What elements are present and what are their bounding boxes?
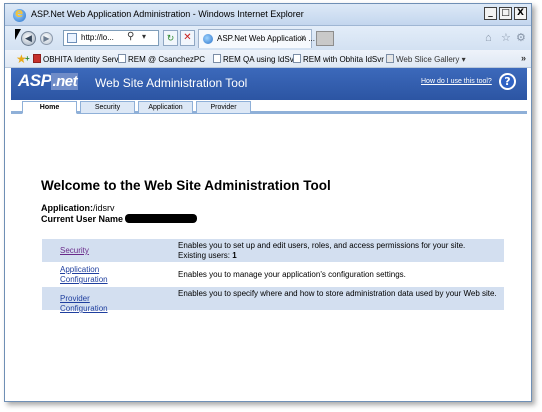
internet-explorer-icon bbox=[13, 6, 26, 22]
refresh-icon[interactable]: ↻ bbox=[163, 30, 178, 46]
help-link[interactable]: How do I use this tool? bbox=[421, 78, 492, 85]
application-configuration-link[interactable]: Application Configuration bbox=[60, 265, 130, 285]
web-slice-gallery-link[interactable]: Web Slice Gallery ▾ bbox=[386, 54, 466, 64]
favorite-link-rem-obhita-idsvr[interactable]: REM with Obhita IdSvr bbox=[293, 54, 384, 64]
address-dropdown-icon[interactable]: ▾ bbox=[142, 32, 146, 41]
current-user-label: Current User Name bbox=[41, 214, 124, 224]
table-row: Application Configuration Enables you to… bbox=[42, 263, 504, 287]
security-description: Enables you to set up and edit users, ro… bbox=[178, 241, 466, 250]
admin-options-table: Security Enables you to set up and edit … bbox=[42, 239, 504, 314]
forward-arrow-icon[interactable]: ▶ bbox=[40, 32, 53, 45]
row-description: Enables you to set up and edit users, ro… bbox=[178, 241, 498, 261]
help-icon[interactable]: ? bbox=[499, 73, 516, 90]
application-value: /idsrv bbox=[93, 203, 115, 213]
title-bar: ASP.Net Web Application Administration -… bbox=[5, 4, 531, 26]
current-user-info: Current User Name bbox=[41, 214, 198, 224]
logo-suffix: .net bbox=[51, 73, 79, 90]
existing-users-label: Existing users: bbox=[178, 251, 233, 260]
tab-home[interactable]: Home bbox=[22, 101, 77, 114]
favorite-link-obhita-identity-server[interactable]: OBHITA Identity Server bbox=[33, 54, 126, 64]
tab-security[interactable]: Security bbox=[80, 101, 135, 114]
banner-title: Web Site Administration Tool bbox=[95, 76, 248, 90]
address-input[interactable]: http://lo... ⚲ ▾ bbox=[63, 30, 159, 46]
logo-text: ASP bbox=[18, 71, 52, 90]
favorite-page-icon bbox=[293, 54, 301, 63]
search-icon[interactable]: ⚲ bbox=[127, 31, 134, 42]
application-info: Application:/idsrv bbox=[41, 203, 115, 213]
maximize-button[interactable]: □ bbox=[499, 7, 512, 20]
table-row: Provider Configuration Enables you to sp… bbox=[42, 287, 504, 314]
favorite-label: REM with Obhita IdSvr bbox=[303, 55, 384, 64]
favorite-link-rem-csanchezpc[interactable]: REM @ CsanchezPC bbox=[118, 54, 205, 64]
window-title: ASP.Net Web Application Administration -… bbox=[31, 9, 304, 19]
home-icon[interactable]: ⌂ bbox=[485, 32, 492, 44]
favorite-label: REM QA using IdSv bbox=[223, 55, 294, 64]
application-label: Application: bbox=[41, 203, 93, 213]
row-description: Enables you to manage your application's… bbox=[178, 270, 406, 279]
minimize-button[interactable]: _ bbox=[484, 7, 497, 20]
favorite-link-rem-qa[interactable]: REM QA using IdSv bbox=[213, 54, 294, 64]
aspnet-logo: ASP.net bbox=[18, 71, 79, 91]
provider-configuration-link[interactable]: Provider Configuration bbox=[60, 294, 130, 314]
favorite-label: OBHITA Identity Server bbox=[43, 55, 126, 64]
favorites-bar: ★ + OBHITA Identity Server REM @ Csanche… bbox=[5, 50, 531, 68]
page-icon bbox=[67, 33, 77, 43]
tab-favicon-icon bbox=[203, 34, 213, 44]
favorite-page-icon bbox=[213, 54, 221, 63]
page-content: ASP.net Web Site Administration Tool How… bbox=[11, 68, 527, 401]
tab-provider[interactable]: Provider bbox=[196, 101, 251, 114]
close-button[interactable]: X bbox=[514, 7, 527, 20]
screenshot-frame: ASP.Net Web Application Administration -… bbox=[0, 0, 542, 412]
row-description: Enables you to specify where and how to … bbox=[178, 289, 497, 298]
favorite-label: Web Slice Gallery ▾ bbox=[396, 55, 466, 64]
favorites-star-icon[interactable]: ☆ bbox=[501, 31, 511, 44]
stop-icon[interactable]: ✕ bbox=[180, 30, 195, 46]
tab-close-icon[interactable]: x bbox=[301, 33, 305, 42]
existing-users-count: 1 bbox=[232, 251, 237, 260]
redacted-username bbox=[125, 214, 198, 223]
address-text: http://lo... bbox=[81, 33, 114, 42]
table-row: Security Enables you to set up and edit … bbox=[42, 239, 504, 263]
browser-tab-active[interactable]: ASP.Net Web Application ... x bbox=[198, 29, 315, 48]
browser-window: ASP.Net Web Application Administration -… bbox=[4, 3, 532, 402]
favorite-label: REM @ CsanchezPC bbox=[128, 55, 206, 64]
tab-application[interactable]: Application bbox=[138, 101, 193, 114]
favorite-page-icon bbox=[118, 54, 126, 63]
address-toolbar: ◀ ▶ http://lo... ⚲ ▾ ↻ ✕ ASP.Net Web App… bbox=[5, 26, 531, 50]
security-link[interactable]: Security bbox=[60, 246, 130, 256]
favorite-page-icon bbox=[33, 54, 41, 63]
admin-banner: ASP.net Web Site Administration Tool How… bbox=[11, 68, 527, 100]
mouse-cursor-icon bbox=[15, 29, 21, 40]
new-tab-button[interactable] bbox=[316, 31, 334, 46]
add-favorite-icon[interactable]: + bbox=[25, 54, 30, 63]
web-slice-icon bbox=[386, 54, 394, 63]
chevron-right-icon[interactable]: » bbox=[521, 53, 526, 63]
admin-tabs: Home Security Application Provider bbox=[11, 100, 527, 114]
tools-gear-icon[interactable]: ⚙ bbox=[516, 31, 526, 44]
back-arrow-icon[interactable]: ◀ bbox=[21, 31, 36, 46]
page-title: Welcome to the Web Site Administration T… bbox=[41, 178, 331, 193]
